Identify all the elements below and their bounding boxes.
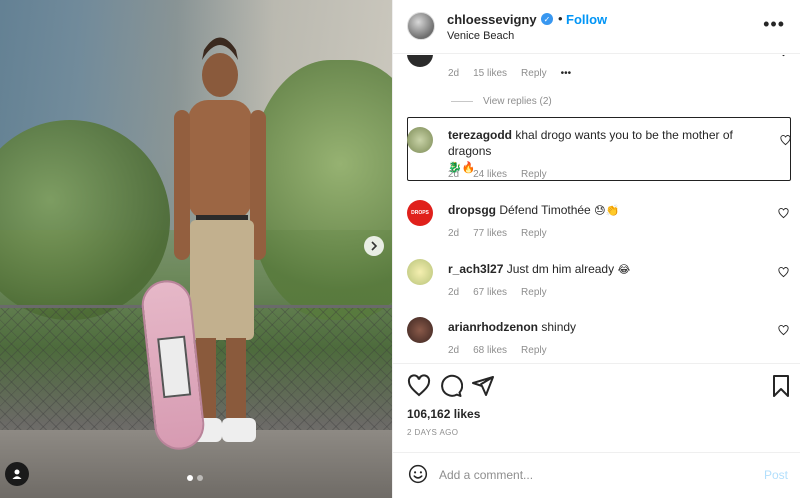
comment-meta: 2d 24 likes Reply <box>448 169 547 180</box>
chevron-right-icon <box>371 241 378 251</box>
author-username[interactable]: chloessevigny <box>447 12 537 27</box>
replies-line <box>451 101 473 102</box>
like-comment-heart-icon[interactable] <box>778 325 789 336</box>
follow-button[interactable]: Follow <box>566 12 607 27</box>
comment-options-icon[interactable]: ••• <box>561 68 572 79</box>
post-photo[interactable] <box>0 0 392 498</box>
post-date: 2 DAYS AGO <box>407 428 459 437</box>
comment-item: 2d 15 likes Reply ••• <box>393 55 800 101</box>
comment-item: arianrhodzenon shindy 2d 68 likes Reply <box>393 317 800 363</box>
more-options-icon[interactable]: ••• <box>763 14 785 35</box>
post-actions-bar <box>393 363 800 413</box>
comment-meta: 2d 15 likes Reply ••• <box>448 68 572 79</box>
comment-username[interactable]: arianrhodzenon <box>448 320 538 334</box>
verified-badge-icon: ✓ <box>541 13 553 25</box>
comment-bubble-icon[interactable] <box>439 374 463 398</box>
comment-meta: 2d 67 likes Reply <box>448 287 547 298</box>
comment-avatar[interactable] <box>407 55 433 67</box>
reply-button[interactable]: Reply <box>521 169 547 180</box>
share-send-icon[interactable] <box>471 374 495 398</box>
header-dot-separator: • <box>558 11 563 26</box>
user-icon <box>12 469 22 479</box>
comment-emoji: 😂 <box>617 263 631 276</box>
post-comment-button[interactable]: Post <box>764 468 788 482</box>
reply-button[interactable]: Reply <box>521 68 547 79</box>
comment-item: r_ach3l27 Just dm him already 😂 2d 67 li… <box>393 259 800 309</box>
comment-username[interactable]: dropsgg <box>448 203 496 217</box>
like-comment-heart-icon[interactable] <box>778 267 789 278</box>
reply-button[interactable]: Reply <box>521 228 547 239</box>
comment-meta: 2d 77 likes Reply <box>448 228 547 239</box>
add-comment-input[interactable] <box>439 465 739 485</box>
comment-username[interactable]: terezagodd <box>448 128 512 142</box>
carousel-dots <box>187 475 203 481</box>
post-like-count[interactable]: 106,162 likes <box>407 407 480 421</box>
comment-meta: 2d 68 likes Reply <box>448 345 547 356</box>
post-location[interactable]: Venice Beach <box>447 30 514 42</box>
comment-username[interactable]: r_ach3l27 <box>448 262 503 276</box>
comment-avatar[interactable] <box>407 317 433 343</box>
reply-button[interactable]: Reply <box>521 345 547 356</box>
author-avatar[interactable] <box>407 12 435 40</box>
comment-avatar[interactable] <box>407 259 433 285</box>
comment-text: dropsgg Défend Timothée 😓👏 <box>448 203 620 217</box>
view-replies-button[interactable]: View replies (2) <box>451 96 552 107</box>
comment-text: arianrhodzenon shindy <box>448 320 577 334</box>
tagged-users-button[interactable] <box>5 462 29 486</box>
comment-item: DROPS dropsgg Défend Timothée 😓👏 2d 77 l… <box>393 200 800 250</box>
like-comment-heart-icon[interactable] <box>778 208 789 219</box>
comment-avatar[interactable] <box>407 127 433 153</box>
comment-emoji: 😓👏 <box>594 204 620 217</box>
like-heart-icon[interactable] <box>407 374 431 398</box>
like-comment-heart-icon[interactable] <box>780 135 791 146</box>
post-header: chloessevigny ✓ • Follow Venice Beach ••… <box>393 0 800 54</box>
comment-text: r_ach3l27 Just dm him already 😂 <box>448 262 631 276</box>
comment-item: terezagodd khal drogo wants you to be th… <box>393 125 800 181</box>
post-side-panel: chloessevigny ✓ • Follow Venice Beach ••… <box>392 0 800 498</box>
add-comment-bar: Post <box>393 452 800 498</box>
reply-button[interactable]: Reply <box>521 287 547 298</box>
carousel-dot <box>197 475 203 481</box>
like-comment-heart-icon[interactable] <box>778 55 789 57</box>
comment-avatar[interactable]: DROPS <box>407 200 433 226</box>
comments-list[interactable]: 2d 15 likes Reply ••• View replies (2) t… <box>393 55 800 363</box>
bookmark-icon[interactable] <box>769 374 793 398</box>
emoji-picker-icon[interactable] <box>408 464 428 484</box>
carousel-next-button[interactable] <box>364 236 384 256</box>
carousel-dot-active <box>187 475 193 481</box>
